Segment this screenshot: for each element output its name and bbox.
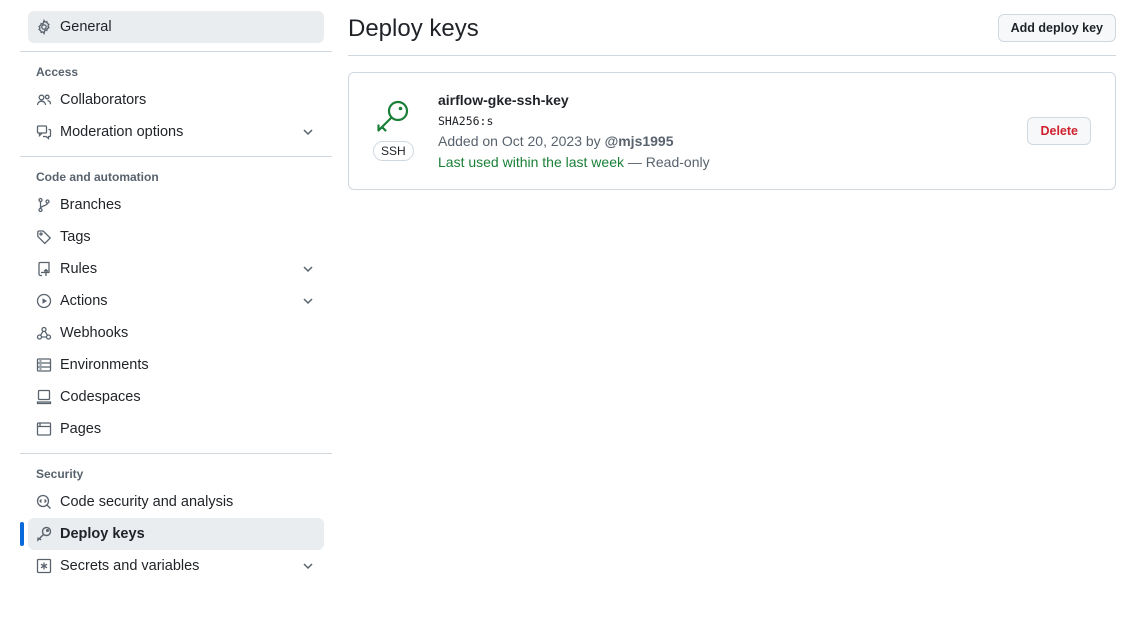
access-level: — Read-only [624,154,710,170]
sidebar-item-collaborators[interactable]: Collaborators [28,84,324,116]
add-deploy-key-button[interactable]: Add deploy key [997,14,1116,42]
deploy-key-added: Added on Oct 20, 2023 by @mjs1995 [438,133,710,153]
sidebar-item-general[interactable]: General [28,11,324,43]
tag-icon [36,229,52,245]
sidebar-item-label: Pages [60,421,102,437]
key-icon [375,99,411,135]
sidebar-item-branches[interactable]: Branches [28,189,324,221]
sidebar-item-label: Moderation options [60,124,184,140]
sidebar-item-label: Environments [60,357,149,373]
sidebar-item-label: Tags [60,229,91,245]
sidebar-item-moderation-options[interactable]: Moderation options [28,116,324,148]
page-header: Deploy keys Add deploy key [348,0,1116,56]
key-asterisk-icon [36,558,52,574]
sidebar-item-tags[interactable]: Tags [28,221,324,253]
browser-icon [36,421,52,437]
last-used-text: Last used within the last week [438,154,624,170]
key-icon [36,526,52,542]
sidebar-item-webhooks[interactable]: Webhooks [28,317,324,349]
deploy-key-title: airflow-gke-ssh-key [438,92,569,108]
sidebar-item-label: Webhooks [60,325,129,341]
sidebar-item-label: General [60,19,112,35]
sidebar-group-code-automation: Code and automation [36,170,159,184]
page-title: Deploy keys [348,15,479,42]
server-icon [36,357,52,373]
added-text: Added on Oct 20, 2023 by [438,133,601,149]
webhook-icon [36,325,52,341]
sidebar-divider [20,156,332,157]
sidebar-group-security: Security [36,467,84,481]
sidebar-divider [20,51,332,52]
deploy-key-item: SSH airflow-gke-ssh-key SHA256:s Added o… [348,72,1116,190]
added-by-user: @mjs1995 [604,133,674,149]
sidebar-item-label: Code security and analysis [60,494,234,510]
sidebar-group-access: Access [36,65,79,79]
codescan-icon [36,494,52,510]
sidebar-item-deploy-keys[interactable]: Deploy keys [20,518,324,550]
git-branch-icon [36,197,52,213]
chevron-down-icon[interactable] [300,261,316,277]
chevron-down-icon[interactable] [300,558,316,574]
play-icon [36,293,52,309]
gear-icon [36,19,52,35]
deploy-key-usage: Last used within the last week — Read-on… [438,154,710,174]
sidebar-item-label: Actions [60,293,108,309]
sidebar-item-code-security[interactable]: Code security and analysis [28,486,324,518]
sidebar-item-label: Rules [60,261,98,277]
sidebar-item-environments[interactable]: Environments [28,349,324,381]
codespaces-icon [36,389,52,405]
sidebar-item-codespaces[interactable]: Codespaces [28,381,324,413]
sidebar-item-label: Codespaces [60,389,141,405]
ssh-badge: SSH [373,141,414,161]
sidebar-item-rules[interactable]: Rules [28,253,324,285]
sidebar-item-label: Branches [60,197,122,213]
people-icon [36,92,52,108]
sidebar-item-label: Collaborators [60,92,147,108]
chevron-down-icon[interactable] [300,293,316,309]
sidebar-divider [20,453,332,454]
sidebar-item-secrets-variables[interactable]: Secrets and variables [28,550,324,582]
settings-sidebar: General Access Collaborators Moderation … [20,11,332,582]
sidebar-item-label: Secrets and variables [60,558,200,574]
repo-push-icon [36,261,52,277]
deploy-key-details: airflow-gke-ssh-key SHA256:s Added on Oc… [438,92,710,174]
delete-key-button[interactable]: Delete [1027,117,1091,145]
comment-discussion-icon [36,124,52,140]
chevron-down-icon[interactable] [300,124,316,140]
sidebar-item-actions[interactable]: Actions [28,285,324,317]
sidebar-item-label: Deploy keys [60,526,145,542]
settings-page: General Access Collaborators Moderation … [0,0,1129,620]
sidebar-item-pages[interactable]: Pages [28,413,324,445]
deploy-key-fingerprint: SHA256:s [438,114,494,128]
main-content: Deploy keys Add deploy key SSH airflow-g… [348,0,1116,190]
